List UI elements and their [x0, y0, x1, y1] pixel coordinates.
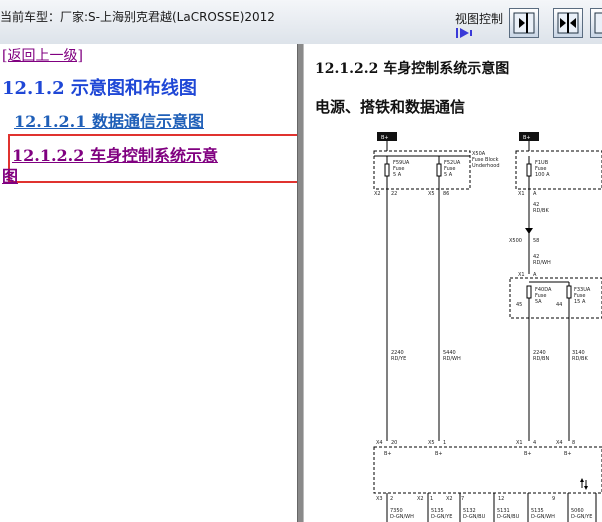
module-pin-20: 20 [391, 440, 397, 446]
wire-42-b-color: RD/WH [533, 260, 551, 266]
pin-86: 86 [443, 191, 449, 197]
svg-text:X1: X1 [518, 272, 525, 278]
bplus-label-2: B+ [523, 135, 531, 141]
wire-5132-color: D-GN/BU [463, 514, 486, 520]
pin-44: 44 [556, 302, 562, 308]
module-bplus-4: B+ [564, 451, 572, 457]
wire-2240-a-color: RD/YE [391, 356, 406, 362]
connector-x500: X500 [509, 238, 522, 244]
back-link[interactable]: [返回上一级] [2, 45, 83, 65]
navigation-pane: [返回上一级] 12.1.2 示意图和布线图 12.1.2.1 数据通信示意图 … [0, 44, 305, 522]
module-pin-1: 1 [443, 440, 446, 446]
nav-item-body-control-continued[interactable]: 图 [2, 163, 18, 187]
bplus-label-1: B+ [381, 135, 389, 141]
content-pane: 12.1.2.2 车身控制系统示意图 电源、搭铁和数据通信 B+ B+ X50A… [304, 44, 602, 522]
module-pin-8: 8 [572, 440, 575, 446]
wire-5060-color: D-GN/YE [571, 514, 592, 520]
module-bplus-3: B+ [524, 451, 532, 457]
bottom-pin-1: 1 [430, 496, 433, 502]
car-model-label: 当前车型：厂家:S-上海别克君越(LaCROSSE)2012 [0, 10, 275, 24]
svg-text:X1: X1 [518, 191, 525, 197]
bottom-conn-x2: X2 [417, 496, 424, 502]
split-left-icon [594, 12, 602, 34]
wire-2240-b-color: RD/BN [533, 356, 549, 362]
split-center-icon [557, 12, 579, 34]
fuse-f59ua-rating: 5 A [393, 172, 402, 178]
pin-45: 45 [516, 302, 522, 308]
wire-42-a-color: RD/BK [533, 208, 549, 214]
wire-5131-color: D-GN/BU [497, 514, 520, 520]
bottom-conn-x2b: X2 [446, 496, 453, 502]
module-bplus-1: B+ [384, 451, 392, 457]
module-conn-x5: X5 [428, 440, 435, 446]
wiring-diagram: B+ B+ X50A Fuse Block Underhood F59UA Fu… [373, 132, 602, 522]
wire-3140-color: RD/BK [572, 356, 588, 362]
content-subtitle: 电源、搭铁和数据通信 [315, 98, 466, 116]
fuse-f40da-rating: 5A [535, 299, 542, 305]
pin-a-2: A [533, 272, 537, 278]
pane-splitter[interactable] [297, 44, 304, 522]
section-heading[interactable]: 12.1.2 示意图和布线图 [2, 74, 197, 100]
top-toolbar: 当前车型：厂家:S-上海别克君越(LaCROSSE)2012 视图控制 [0, 0, 602, 45]
nav-item-data-communication[interactable]: 12.1.2.1 数据通信示意图 [14, 108, 204, 132]
show-right-pane-button[interactable] [509, 8, 539, 38]
module-bplus-2: B+ [435, 451, 443, 457]
wire-5135-b-color: D-GN/WH [531, 514, 555, 520]
wire-5440-color: RD/WH [443, 356, 461, 362]
split-right-icon [513, 12, 535, 34]
show-left-pane-button[interactable] [590, 8, 602, 38]
bottom-pin-12: 12 [498, 496, 504, 502]
module-conn-x4b: X4 [556, 440, 563, 446]
content-title: 12.1.2.2 车身控制系统示意图 [315, 61, 510, 77]
pin-22: 22 [391, 191, 397, 197]
module-conn-x4: X4 [376, 440, 383, 446]
wire-7350-color: D-GN/WH [390, 514, 414, 520]
module-pin-4: 4 [533, 440, 536, 446]
svg-text:X2: X2 [374, 191, 381, 197]
fuse-f33ua-rating: 15 A [574, 299, 586, 305]
connector-x500-pin: 58 [533, 238, 539, 244]
svg-text:X5: X5 [428, 191, 435, 197]
view-control-label: 视图控制 [455, 12, 504, 26]
fuse-f52ua-rating: 5 A [444, 172, 453, 178]
bottom-conn-x3: X3 [376, 496, 383, 502]
bottom-pin-2: 2 [390, 496, 393, 502]
bottom-pin-7: 7 [461, 496, 464, 502]
split-view-button[interactable] [553, 8, 583, 38]
module-conn-x1: X1 [516, 440, 523, 446]
view-control-icon [455, 27, 477, 42]
fuse-f1ub-rating: 100 A [535, 172, 550, 178]
nav-item-body-control[interactable]: 12.1.2.2 车身控制系统示意 [12, 142, 218, 166]
fuse-block-location: Underhood [472, 163, 500, 169]
wire-5135-a-color: D-GN/YE [431, 514, 452, 520]
bottom-pin-9: 9 [552, 496, 555, 502]
pin-a: A [533, 191, 537, 197]
